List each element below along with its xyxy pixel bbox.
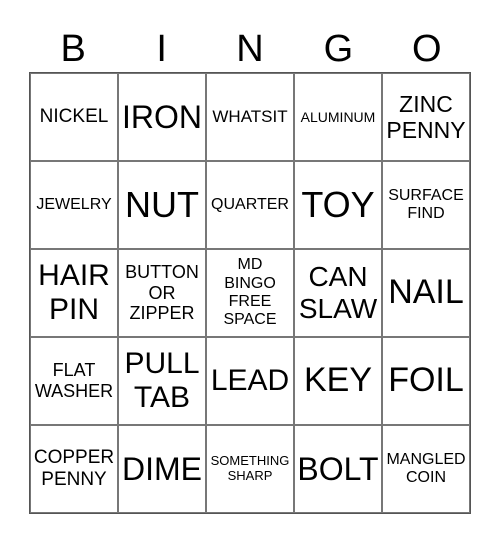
bingo-cell[interactable]: NICKEL	[30, 73, 118, 161]
bingo-cell[interactable]: BUTTON OR ZIPPER	[118, 249, 206, 337]
bingo-card-grid: NICKEL IRON WHATSIT ALUMINUM ZINC PENNY JEWEL…	[29, 72, 471, 514]
bingo-cell[interactable]: DIME	[118, 425, 206, 513]
bingo-cell[interactable]: IRON	[118, 73, 206, 161]
header-letter-b: B	[60, 28, 86, 70]
header-letter-i: I	[156, 28, 167, 70]
header-letter-o: O	[412, 28, 442, 70]
bingo-cell[interactable]: FOIL	[382, 337, 470, 425]
bingo-cell[interactable]: ZINC PENNY	[382, 73, 470, 161]
bingo-cell[interactable]: NAIL	[382, 249, 470, 337]
bingo-cell[interactable]: CAN SLAW	[294, 249, 382, 337]
bingo-cell[interactable]: ALUMINUM	[294, 73, 382, 161]
bingo-cell[interactable]: KEY	[294, 337, 382, 425]
bingo-cell[interactable]: NUT	[118, 161, 206, 249]
bingo-cell[interactable]: SOMETHING SHARP	[206, 425, 294, 513]
bingo-cell[interactable]: COPPER PENNY	[30, 425, 118, 513]
header-letter-g: G	[323, 28, 354, 70]
bingo-cell[interactable]: LEAD	[206, 337, 294, 425]
bingo-cell[interactable]: JEWELRY	[30, 161, 118, 249]
header-letter-n: N	[236, 28, 264, 70]
bingo-cell[interactable]: MD BINGO FREE SPACE	[206, 249, 294, 337]
bingo-cell[interactable]: BOLT	[294, 425, 382, 513]
bingo-header: B I N G O	[29, 26, 471, 72]
bingo-cell[interactable]: FLAT WASHER	[30, 337, 118, 425]
bingo-cell[interactable]: QUARTER	[206, 161, 294, 249]
bingo-cell[interactable]: WHATSIT	[206, 73, 294, 161]
bingo-cell[interactable]: MANGLED COIN	[382, 425, 470, 513]
bingo-cell[interactable]: PULL TAB	[118, 337, 206, 425]
bingo-cell[interactable]: HAIR PIN	[30, 249, 118, 337]
bingo-cell[interactable]: SURFACE FIND	[382, 161, 470, 249]
bingo-cell[interactable]: TOY	[294, 161, 382, 249]
